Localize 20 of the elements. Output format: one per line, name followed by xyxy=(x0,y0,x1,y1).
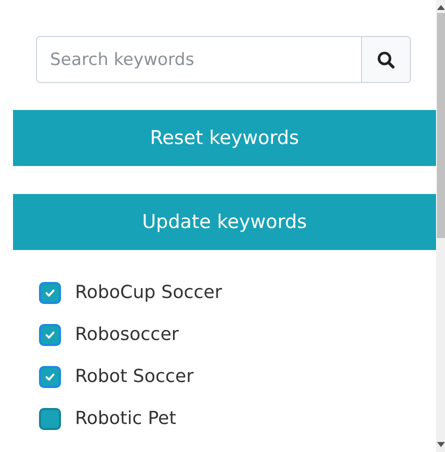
search-icon xyxy=(377,50,395,68)
checkbox[interactable] xyxy=(39,324,61,346)
scrollbar[interactable] xyxy=(436,0,445,452)
keyword-label: Robotic Pet xyxy=(75,408,176,429)
check-icon xyxy=(44,328,56,340)
checkbox[interactable] xyxy=(39,366,61,388)
scroll-down-icon[interactable] xyxy=(436,442,444,448)
keyword-label: RoboCup Soccer xyxy=(75,282,222,303)
scroll-up-icon[interactable] xyxy=(436,4,444,10)
update-button[interactable]: Update keywords xyxy=(13,194,436,250)
check-icon xyxy=(44,370,56,382)
checkbox[interactable] xyxy=(39,282,61,304)
search-button[interactable] xyxy=(361,37,410,82)
scrollbar-thumb[interactable] xyxy=(436,13,444,238)
check-icon xyxy=(44,286,56,298)
keyword-label: Robosoccer xyxy=(75,324,179,345)
search-field[interactable]: Search keywords xyxy=(36,36,411,83)
reset-button[interactable]: Reset keywords xyxy=(13,110,436,166)
keyword-label: Robot Soccer xyxy=(75,366,194,387)
checkbox[interactable] xyxy=(39,408,61,430)
